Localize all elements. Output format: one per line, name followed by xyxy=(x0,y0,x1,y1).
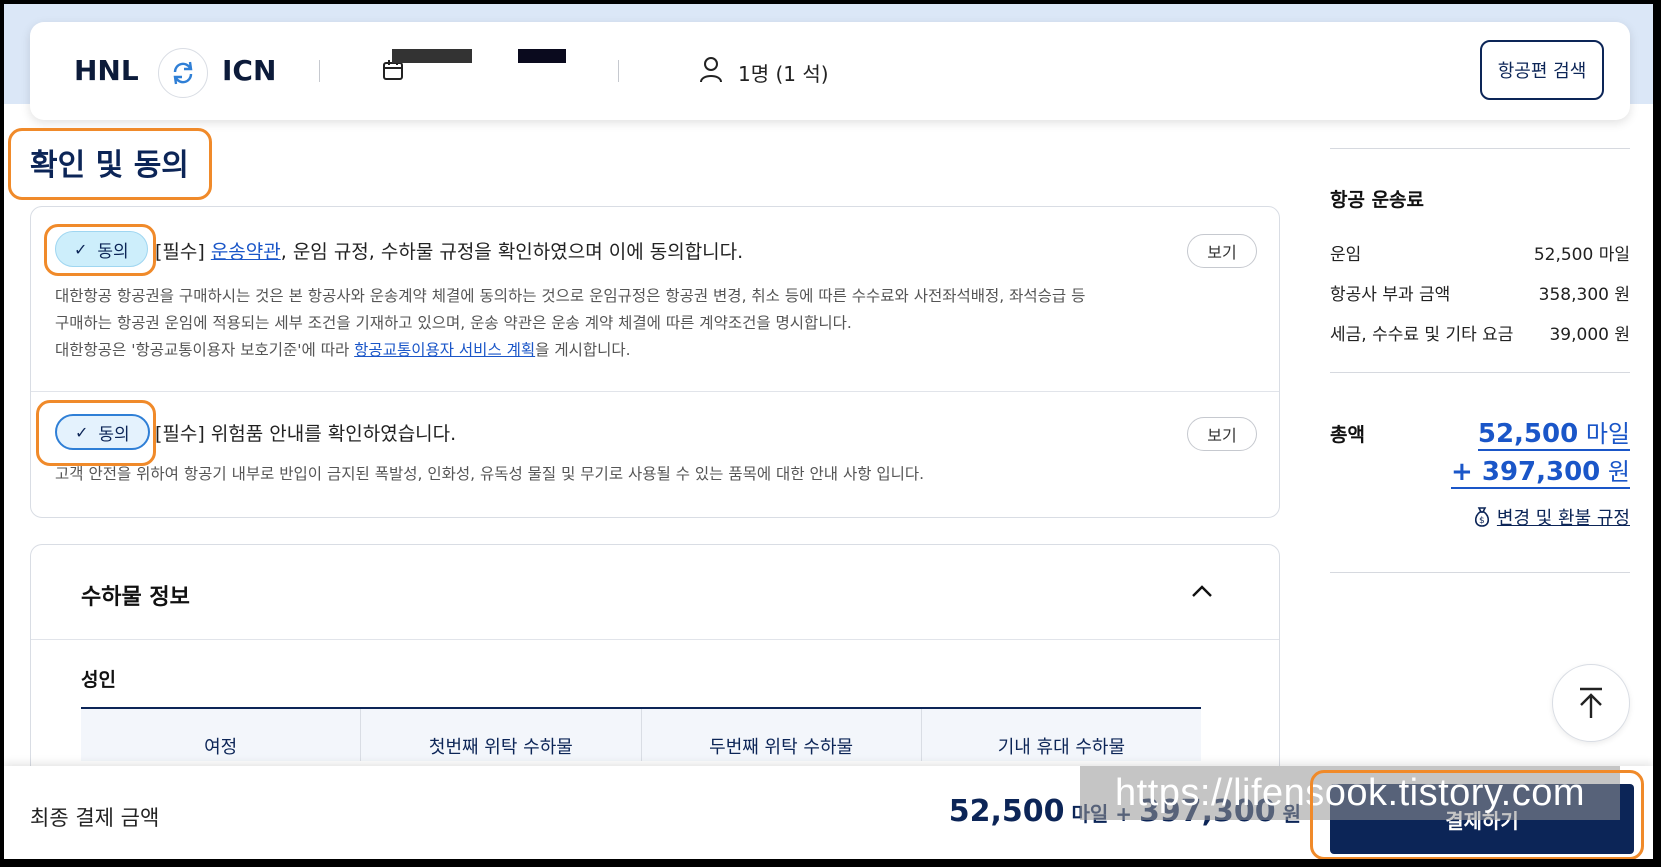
agree-button-dangerous-goods[interactable]: ✓ 동의 xyxy=(55,414,150,450)
column-header: 두번째 위탁 수하물 xyxy=(642,709,922,761)
divider xyxy=(1330,148,1630,149)
service-plan-link[interactable]: 항공교통이용자 서비스 계획 xyxy=(354,341,535,359)
terms-description: 대한항공 항공권을 구매하시는 것은 본 항공사와 운송계약 체결에 동의하는 … xyxy=(55,283,1085,364)
required-suffix: , 운임 규정, 수하물 규정을 확인하였으며 이에 동의합니다. xyxy=(280,241,744,263)
swap-icon xyxy=(173,61,193,85)
divider xyxy=(618,60,619,82)
check-icon: ✓ xyxy=(75,422,89,442)
check-icon: ✓ xyxy=(74,239,88,259)
divider xyxy=(31,639,1279,640)
svg-text:$: $ xyxy=(1479,516,1485,526)
passenger-count[interactable]: 1명 (1 석) xyxy=(738,58,829,87)
final-miles: 52,500 xyxy=(948,794,1065,829)
description-line: 대한항공 항공권을 구매하시는 것은 본 항공사와 운송계약 체결에 동의하는 … xyxy=(55,287,1086,305)
arrow-up-icon xyxy=(1580,687,1602,718)
refund-policy-link[interactable]: $ 변경 및 환불 규정 xyxy=(1473,504,1630,530)
fare-value: 358,300 원 xyxy=(1538,285,1630,305)
swap-route-button[interactable] xyxy=(158,48,208,98)
fare-value: 39,000 원 xyxy=(1549,325,1630,345)
total-miles-value: 52,500 xyxy=(1477,419,1579,449)
description-text: 을 게시합니다. xyxy=(535,341,631,359)
agree-label: 동의 xyxy=(97,241,129,262)
refund-policy-text: 변경 및 환불 규정 xyxy=(1496,508,1630,529)
person-icon xyxy=(698,55,724,87)
chevron-up-icon[interactable] xyxy=(1191,583,1213,602)
column-header: 기내 휴대 수하물 xyxy=(997,737,1126,758)
carriage-terms-link[interactable]: 운송약관 xyxy=(211,241,281,263)
redacted-date xyxy=(392,49,472,63)
scroll-to-top-button[interactable] xyxy=(1552,664,1630,742)
origin-airport[interactable]: HNL xyxy=(74,54,139,87)
view-dangerous-goods-button[interactable]: 보기 xyxy=(1187,417,1257,451)
redacted-date xyxy=(518,49,566,63)
view-terms-button[interactable]: 보기 xyxy=(1187,234,1257,268)
fare-label: 운임 xyxy=(1330,245,1362,265)
total-miles: 52,500 마일 xyxy=(1477,414,1630,451)
fare-label: 항공사 부과 금액 xyxy=(1330,285,1451,305)
baggage-table-header: 여정 첫번째 위탁 수하물 두번째 위탁 수하물 기내 휴대 수하물 xyxy=(81,707,1201,761)
fare-title: 항공 운송료 xyxy=(1330,189,1425,211)
divider xyxy=(1330,372,1630,373)
required-terms-text: [필수] 운송약관, 운임 규정, 수하물 규정을 확인하였으며 이에 동의합니… xyxy=(155,237,743,264)
description-line: 대한항공은 '항공교통이용자 보호기준'에 따라 항공교통이용자 서비스 계획을… xyxy=(55,337,1085,364)
baggage-title: 수하물 정보 xyxy=(81,585,190,610)
fare-label: 세금, 수수료 및 기타 요금 xyxy=(1330,325,1514,345)
flight-search-button[interactable]: 항공편 검색 xyxy=(1480,40,1604,100)
agree-label: 동의 xyxy=(98,424,130,445)
required-prefix: [필수] xyxy=(155,241,211,263)
passenger-type: 성인 xyxy=(81,669,116,691)
money-bag-icon: $ xyxy=(1474,507,1489,527)
total-won-unit: 원 xyxy=(1600,458,1630,486)
section-title: 확인 및 동의 xyxy=(30,148,189,183)
watermark: https://lifensook.tistory.com xyxy=(1080,766,1620,820)
column-header: 여정 xyxy=(81,709,362,761)
final-amount-label: 최종 결제 금액 xyxy=(30,806,160,830)
agree-button-terms[interactable]: ✓ 동의 xyxy=(55,231,148,267)
description-line: 구매하는 항공권 운임에 적용되는 세부 조건을 기재하고 있으며, 운송 약관… xyxy=(55,314,852,332)
divider xyxy=(319,60,320,82)
consent-card: ✓ 동의 [필수] 운송약관, 운임 규정, 수하물 규정을 확인하였으며 이에… xyxy=(30,206,1280,518)
total-won-value: + 397,300 xyxy=(1451,457,1601,487)
dangerous-goods-text: [필수] 위험품 안내를 확인하였습니다. xyxy=(155,423,457,445)
description-text: 대한항공은 '항공교통이용자 보호기준'에 따라 xyxy=(55,341,355,359)
destination-airport[interactable]: ICN xyxy=(222,54,276,87)
total-label: 총액 xyxy=(1330,424,1365,446)
divider xyxy=(31,391,1279,392)
total-miles-unit: 마일 xyxy=(1578,420,1630,448)
total-won: + 397,300 원 xyxy=(1451,452,1630,489)
dangerous-goods-description: 고객 안전을 위하여 항공기 내부로 반입이 금지된 폭발성, 인화성, 유독성… xyxy=(55,465,925,483)
column-header: 첫번째 위탁 수하물 xyxy=(361,709,642,761)
flight-search-summary: HNL ICN 1명 (1 석) 항공편 검색 xyxy=(30,22,1630,120)
fare-value: 52,500 마일 xyxy=(1533,245,1630,265)
divider xyxy=(1330,572,1630,573)
